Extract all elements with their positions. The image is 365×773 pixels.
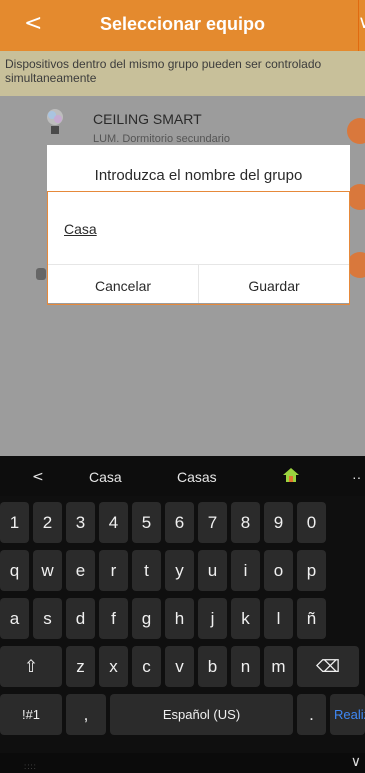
group-name-input[interactable]: Casa bbox=[64, 221, 97, 237]
key-j[interactable]: j bbox=[198, 598, 227, 639]
key-8[interactable]: 8 bbox=[231, 502, 260, 543]
cancel-button[interactable]: Cancelar bbox=[48, 278, 198, 294]
key-b[interactable]: b bbox=[198, 646, 227, 687]
key-w[interactable]: w bbox=[33, 550, 62, 591]
page-title: Seleccionar equipo bbox=[99, 14, 266, 34]
keyboard-grid-icon[interactable]: :::: bbox=[24, 762, 37, 771]
suggestion-back-icon[interactable]: < bbox=[32, 469, 44, 485]
key-e[interactable]: e bbox=[66, 550, 95, 591]
key-k[interactable]: k bbox=[231, 598, 260, 639]
group-notice: Dispositivos dentro del mismo grupo pued… bbox=[0, 51, 365, 96]
key-6[interactable]: 6 bbox=[165, 502, 194, 543]
key-g[interactable]: g bbox=[132, 598, 161, 639]
key-m[interactable]: m bbox=[264, 646, 293, 687]
key-f[interactable]: f bbox=[99, 598, 128, 639]
key-n-tilde[interactable]: ñ bbox=[297, 598, 326, 639]
key-c[interactable]: c bbox=[132, 646, 161, 687]
key-l[interactable]: l bbox=[264, 598, 293, 639]
system-bar bbox=[0, 753, 365, 773]
key-1[interactable]: 1 bbox=[0, 502, 29, 543]
key-o[interactable]: o bbox=[264, 550, 293, 591]
group-name-input-area: Casa Cancelar Guardar bbox=[47, 191, 350, 305]
key-s[interactable]: s bbox=[33, 598, 62, 639]
device-name: CEILING SMART bbox=[93, 111, 202, 127]
suggestion-2[interactable]: Casas bbox=[177, 469, 217, 485]
top-app-bar: < Seleccionar equipo ∨ bbox=[0, 0, 365, 51]
key-a[interactable]: a bbox=[0, 598, 29, 639]
house-icon[interactable] bbox=[283, 468, 299, 482]
key-r[interactable]: r bbox=[99, 550, 128, 591]
soft-keyboard: < Casa Casas ·· 1 2 3 4 5 6 7 8 9 0 q w … bbox=[0, 456, 365, 773]
period-key[interactable]: . bbox=[297, 694, 326, 735]
save-button[interactable]: Guardar bbox=[199, 278, 349, 294]
key-7[interactable]: 7 bbox=[198, 502, 227, 543]
done-key[interactable]: Realiz bbox=[330, 694, 365, 735]
bulb-icon bbox=[47, 109, 63, 134]
device-room: LUM. Dormitorio secundario bbox=[93, 133, 230, 145]
key-4[interactable]: 4 bbox=[99, 502, 128, 543]
key-d[interactable]: d bbox=[66, 598, 95, 639]
suggestion-bar: < Casa Casas ·· bbox=[0, 456, 365, 496]
plug-icon bbox=[36, 268, 46, 280]
key-n[interactable]: n bbox=[231, 646, 260, 687]
key-h[interactable]: h bbox=[165, 598, 194, 639]
key-0[interactable]: 0 bbox=[297, 502, 326, 543]
notice-line-2: simultaneamente bbox=[5, 71, 97, 85]
notice-line-1: Dispositivos dentro del mismo grupo pued… bbox=[5, 57, 322, 71]
key-5[interactable]: 5 bbox=[132, 502, 161, 543]
shift-key[interactable]: ⇧ bbox=[0, 646, 62, 687]
key-2[interactable]: 2 bbox=[33, 502, 62, 543]
suggestion-1[interactable]: Casa bbox=[89, 469, 122, 485]
key-x[interactable]: x bbox=[99, 646, 128, 687]
hide-keyboard-icon[interactable]: ∨ bbox=[351, 754, 361, 770]
key-i[interactable]: i bbox=[231, 550, 260, 591]
key-3[interactable]: 3 bbox=[66, 502, 95, 543]
key-q[interactable]: q bbox=[0, 550, 29, 591]
key-t[interactable]: t bbox=[132, 550, 161, 591]
more-suggestions-icon[interactable]: ·· bbox=[352, 469, 361, 485]
key-v[interactable]: v bbox=[165, 646, 194, 687]
space-key[interactable]: Español (US) bbox=[110, 694, 293, 735]
key-z[interactable]: z bbox=[66, 646, 95, 687]
key-9[interactable]: 9 bbox=[264, 502, 293, 543]
backspace-key[interactable]: ⌫ bbox=[297, 646, 359, 687]
comma-key[interactable]: , bbox=[66, 694, 106, 735]
key-u[interactable]: u bbox=[198, 550, 227, 591]
key-p[interactable]: p bbox=[297, 550, 326, 591]
dialog-title: Introduzca el nombre del grupo bbox=[94, 167, 303, 184]
symbols-key[interactable]: !#1 bbox=[0, 694, 62, 735]
group-name-dialog: Introduzca el nombre del grupo Casa Canc… bbox=[47, 145, 350, 305]
key-y[interactable]: y bbox=[165, 550, 194, 591]
